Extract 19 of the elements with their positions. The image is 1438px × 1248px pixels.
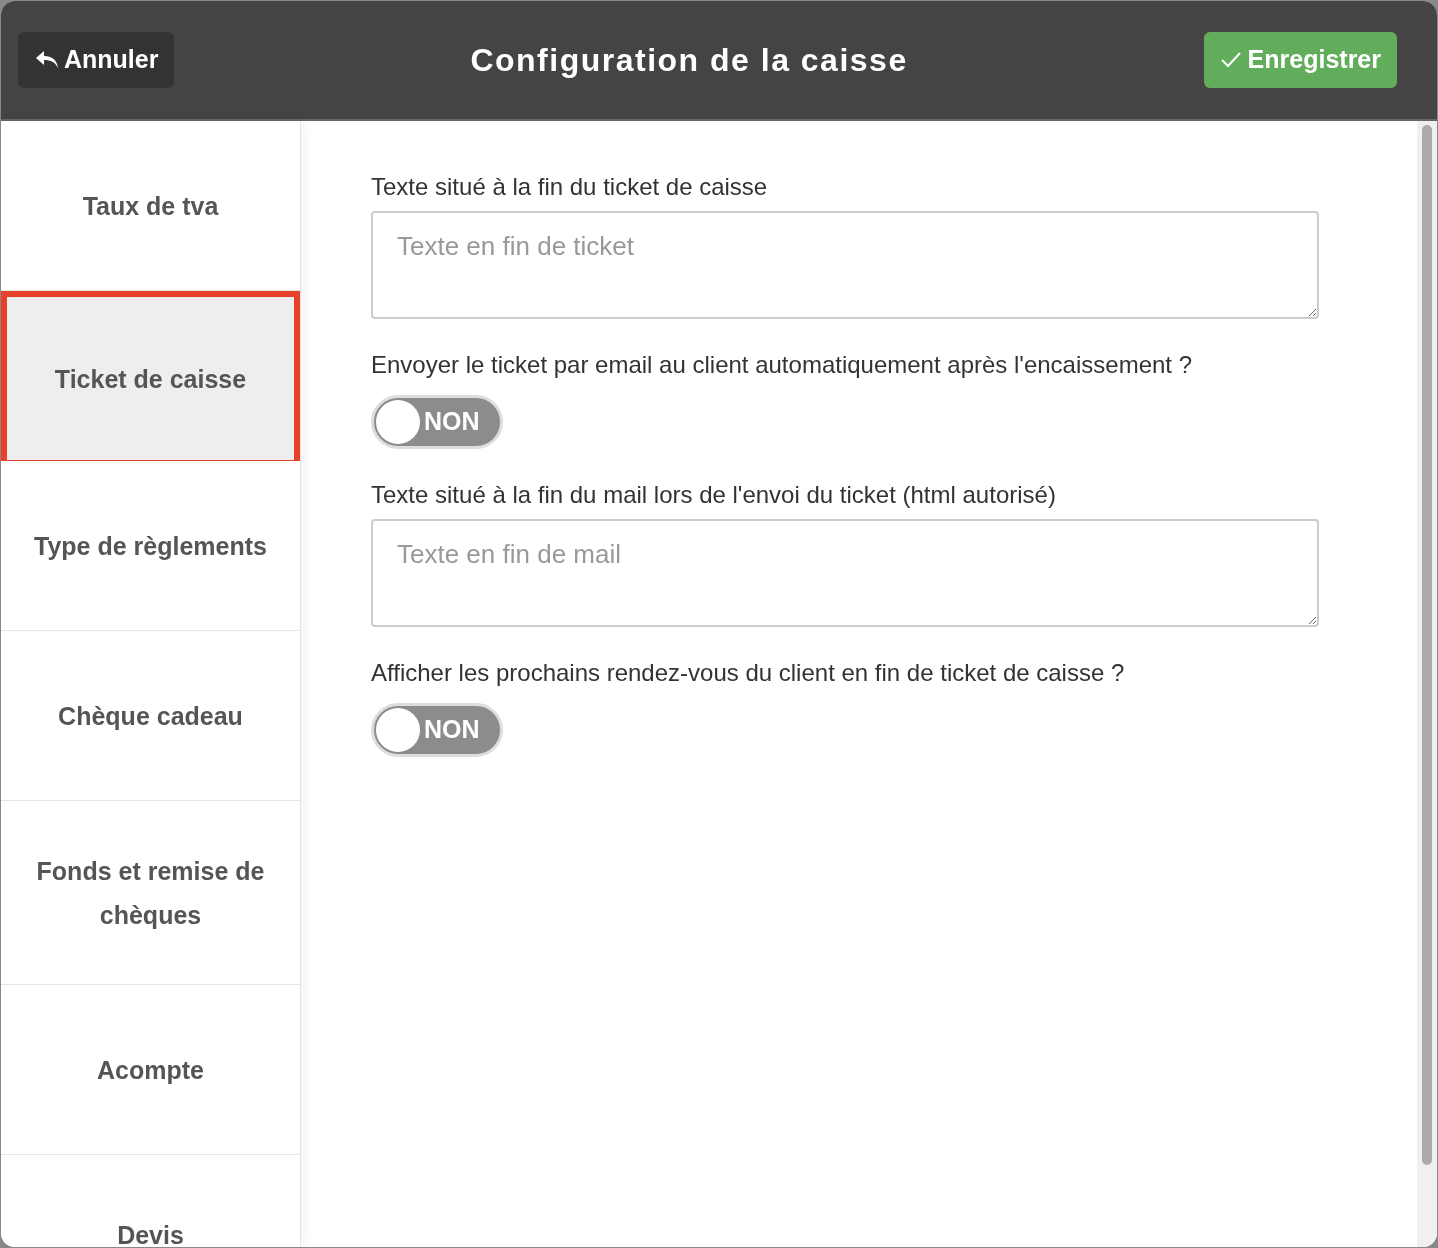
check-icon [1219,51,1242,69]
field-label: Envoyer le ticket par email au client automatiquement après l'encaissement ? [371,350,1193,380]
toggle-knob [376,708,420,752]
sidebar-item[interactable]: Chèque cadeau [1,631,300,801]
sidebar-item[interactable]: Fonds et remise de chèques [1,801,300,985]
text-area-field[interactable]: Texte en fin de ticket [371,211,1319,319]
cancel-button[interactable]: Annuler [18,32,175,88]
toggle-knob [376,400,420,444]
field-label: Texte situé à la fin du ticket de caisse [371,172,769,202]
field-label: Texte situé à la fin du mail lors de l'envoi du ticket (html autorisé) [371,480,1057,510]
sidebar-item[interactable]: Acompte [1,985,300,1155]
text-area-field[interactable]: Texte en fin de mail [371,519,1319,627]
sidebar-item[interactable]: Taux de tva [1,121,300,291]
window-title: Configuration de la caisse [470,41,908,80]
sidebar-item[interactable]: Ticket de caisse [1,291,300,461]
scrollbar-thumb[interactable] [1422,125,1432,1165]
field-label: Afficher les prochains rendez-vous du client en fin de ticket de caisse ? [371,658,1126,688]
sidebar-item[interactable]: Type de règlements [1,461,300,631]
sidebar-item[interactable]: Devis [1,1155,300,1247]
